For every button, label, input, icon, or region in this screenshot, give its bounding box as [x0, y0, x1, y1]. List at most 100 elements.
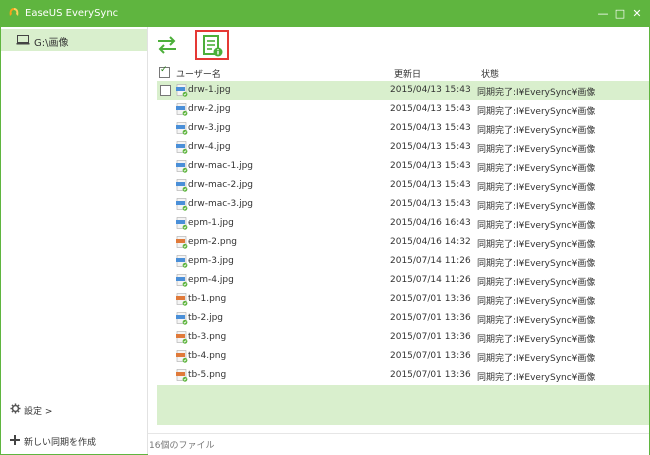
file-date: 2015/04/13 15:43 — [390, 142, 471, 152]
table-row[interactable]: epm-1.jpg 2015/04/16 16:43 同期完了:I¥EverySyn… — [157, 214, 649, 233]
table-row[interactable]: epm-3.jpg 2015/07/14 11:26 同期完了:I¥EverySyn… — [157, 252, 649, 271]
jpg-file-icon — [176, 255, 188, 268]
file-status: 同期完了:I¥EverySync¥画像 — [477, 240, 596, 250]
sidebar-item-drive[interactable]: G:\画像 — [1, 29, 147, 51]
file-name: drw-3.jpg — [188, 123, 231, 133]
sidebar: G:\画像 設定 > 新しい同期を作成 — [1, 27, 148, 454]
window-title: EaseUS EverySync — [25, 8, 119, 19]
file-date: 2015/04/13 15:43 — [390, 161, 471, 171]
sidebar-item-label: G:\画像 — [34, 38, 69, 49]
toolbar — [148, 27, 649, 65]
jpg-file-icon — [176, 122, 188, 135]
png-file-icon — [176, 369, 188, 382]
gear-icon — [10, 403, 21, 414]
file-status: 同期完了:I¥EverySync¥画像 — [477, 354, 596, 364]
table-row[interactable]: drw-4.jpg 2015/04/13 15:43 同期完了:I¥EverySyn… — [157, 138, 649, 157]
column-header-status[interactable]: 状態 — [481, 67, 499, 80]
title-bar: EaseUS EverySync — □ ✕ — [1, 1, 649, 27]
png-file-icon — [176, 350, 188, 363]
column-header-date[interactable]: 更新日 — [394, 67, 421, 80]
jpg-file-icon — [176, 84, 188, 97]
file-date: 2015/04/13 15:43 — [390, 199, 471, 209]
file-date: 2015/04/13 15:43 — [390, 104, 471, 114]
file-date: 2015/07/01 13:36 — [390, 313, 471, 323]
close-button[interactable]: ✕ — [631, 8, 643, 20]
file-status: 同期完了:I¥EverySync¥画像 — [477, 126, 596, 136]
table-row[interactable]: epm-4.jpg 2015/07/14 11:26 同期完了:I¥EverySyn… — [157, 271, 649, 290]
table-row[interactable]: drw-1.jpg 2015/04/13 15:43 同期完了:I¥EverySyn… — [157, 81, 649, 100]
file-status: 同期完了:I¥EverySync¥画像 — [477, 221, 596, 231]
file-name: epm-3.jpg — [188, 256, 234, 266]
plus-icon — [10, 435, 20, 445]
file-name: tb-3.png — [188, 332, 227, 342]
file-info-button[interactable] — [195, 30, 229, 60]
file-status: 同期完了:I¥EverySync¥画像 — [477, 145, 596, 155]
table-row[interactable]: drw-2.jpg 2015/04/13 15:43 同期完了:I¥EverySyn… — [157, 100, 649, 119]
file-name: drw-2.jpg — [188, 104, 231, 114]
file-name: tb-4.png — [188, 351, 227, 361]
file-date: 2015/07/14 11:26 — [390, 275, 471, 285]
table-row[interactable]: tb-5.png 2015/07/01 13:36 同期完了:I¥EverySync… — [157, 366, 649, 385]
table-row[interactable]: tb-4.png 2015/07/01 13:36 同期完了:I¥EverySync… — [157, 347, 649, 366]
table-row[interactable]: drw-3.jpg 2015/04/13 15:43 同期完了:I¥EverySyn… — [157, 119, 649, 138]
jpg-file-icon — [176, 141, 188, 154]
jpg-file-icon — [176, 103, 188, 116]
jpg-file-icon — [176, 312, 188, 325]
file-status: 同期完了:I¥EverySync¥画像 — [477, 373, 596, 383]
file-date: 2015/07/01 13:36 — [390, 294, 471, 304]
file-status: 同期完了:I¥EverySync¥画像 — [477, 335, 596, 345]
file-name: drw-mac-3.jpg — [188, 199, 254, 209]
file-name: tb-5.png — [188, 370, 227, 380]
file-name: tb-2.jpg — [188, 313, 224, 323]
drive-icon — [16, 35, 30, 45]
table-row[interactable]: drw-mac-2.jpg 2015/04/13 15:43 同期完了:I¥Ever… — [157, 176, 649, 195]
maximize-button[interactable]: □ — [614, 8, 626, 20]
jpg-file-icon — [176, 274, 188, 287]
select-all-checkbox[interactable] — [159, 65, 170, 78]
jpg-file-icon — [176, 160, 188, 173]
file-status: 同期完了:I¥EverySync¥画像 — [477, 278, 596, 288]
file-date: 2015/07/01 13:36 — [390, 370, 471, 380]
swap-arrows-icon[interactable] — [156, 35, 178, 55]
column-header-name[interactable]: ユーザー名 — [176, 67, 221, 80]
file-date: 2015/07/01 13:36 — [390, 332, 471, 342]
table-row[interactable]: tb-3.png 2015/07/01 13:36 同期完了:I¥EverySync… — [157, 328, 649, 347]
new-sync-label: 新しい同期を作成 — [24, 438, 97, 448]
file-date: 2015/04/16 14:32 — [390, 237, 471, 247]
file-date: 2015/04/13 15:43 — [390, 85, 471, 95]
file-name: epm-2.png — [188, 237, 237, 247]
easeus-logo-icon — [9, 8, 19, 16]
status-bar: 16個のファイル — [148, 433, 649, 455]
file-name: drw-1.jpg — [188, 85, 231, 95]
file-date: 2015/07/01 13:36 — [390, 351, 471, 361]
table-row[interactable]: epm-2.png 2015/04/16 14:32 同期完了:I¥EverySyn… — [157, 233, 649, 252]
file-status: 同期完了:I¥EverySync¥画像 — [477, 88, 596, 98]
file-list: drw-1.jpg 2015/04/13 15:43 同期完了:I¥EverySyn… — [157, 81, 649, 385]
table-header: ユーザー名 更新日 状態 — [157, 65, 649, 81]
jpg-file-icon — [176, 198, 188, 211]
row-checkbox[interactable] — [160, 85, 171, 96]
file-status: 同期完了:I¥EverySync¥画像 — [477, 183, 596, 193]
file-date: 2015/07/14 11:26 — [390, 256, 471, 266]
file-name: drw-4.jpg — [188, 142, 231, 152]
app-window: EaseUS EverySync — □ ✕ G:\画像 設定 > 新しい同期を… — [0, 0, 650, 455]
file-status: 同期完了:I¥EverySync¥画像 — [477, 164, 596, 174]
minimize-button[interactable]: — — [597, 8, 609, 20]
table-row[interactable]: tb-1.png 2015/07/01 13:36 同期完了:I¥EverySync… — [157, 290, 649, 309]
file-status: 同期完了:I¥EverySync¥画像 — [477, 297, 596, 307]
file-name: tb-1.png — [188, 294, 227, 304]
jpg-file-icon — [176, 217, 188, 230]
file-status: 同期完了:I¥EverySync¥画像 — [477, 316, 596, 326]
list-empty-area — [157, 385, 649, 425]
file-status: 同期完了:I¥EverySync¥画像 — [477, 202, 596, 212]
file-info-icon — [203, 35, 223, 57]
table-row[interactable]: drw-mac-3.jpg 2015/04/13 15:43 同期完了:I¥Ever… — [157, 195, 649, 214]
file-date: 2015/04/16 16:43 — [390, 218, 471, 228]
file-count: 16個のファイル — [149, 441, 215, 451]
file-name: drw-mac-1.jpg — [188, 161, 254, 171]
file-name: epm-1.jpg — [188, 218, 234, 228]
png-file-icon — [176, 331, 188, 344]
table-row[interactable]: tb-2.jpg 2015/07/01 13:36 同期完了:I¥EverySync… — [157, 309, 649, 328]
file-date: 2015/04/13 15:43 — [390, 123, 471, 133]
table-row[interactable]: drw-mac-1.jpg 2015/04/13 15:43 同期完了:I¥Ever… — [157, 157, 649, 176]
